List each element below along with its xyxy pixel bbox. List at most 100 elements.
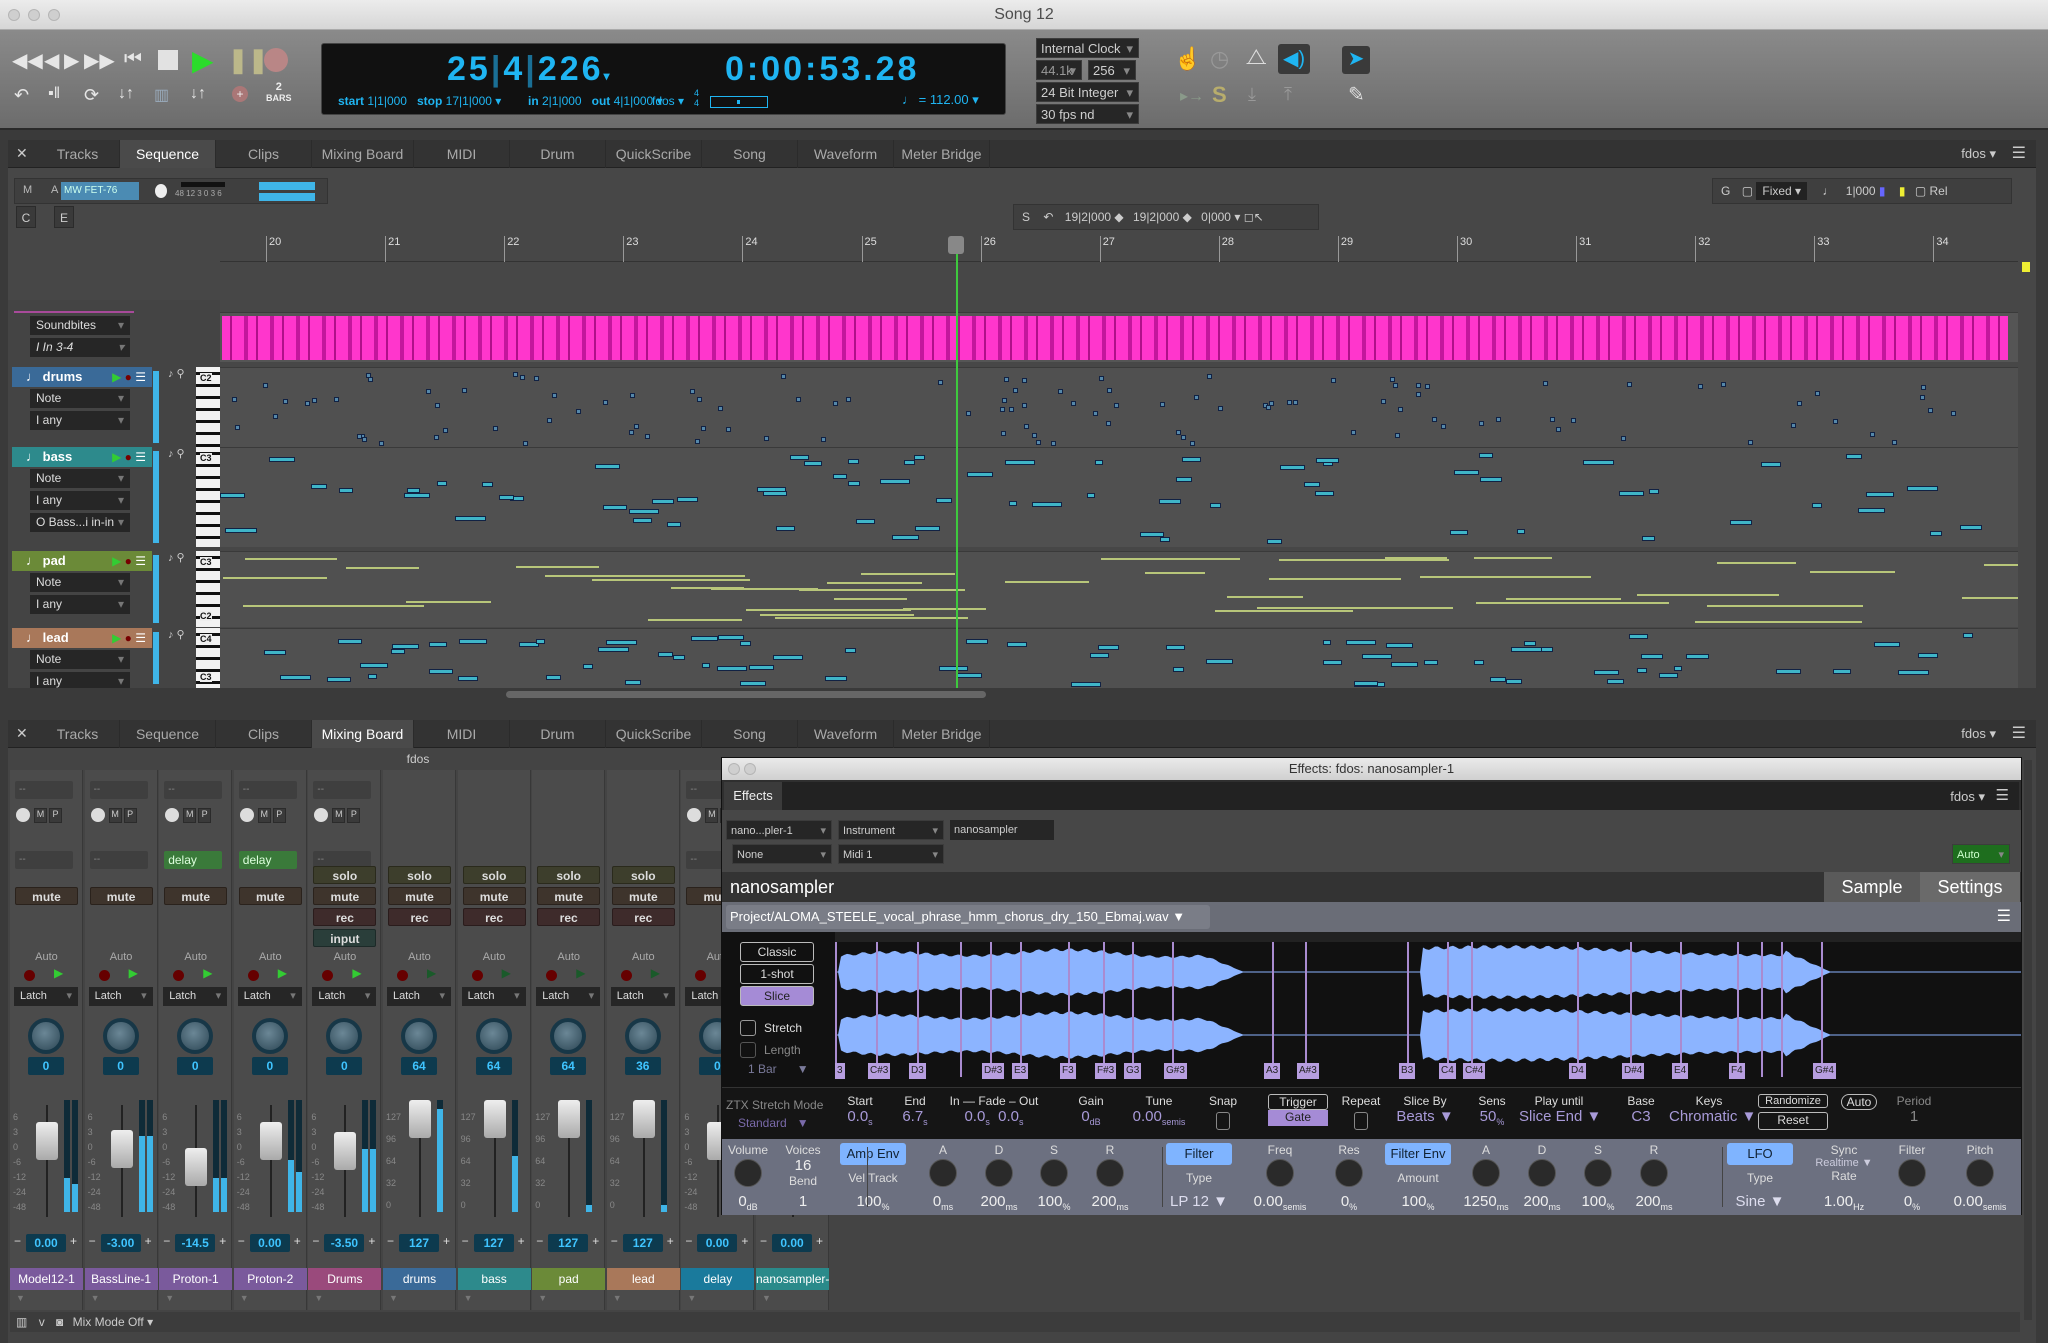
control-knob[interactable] (734, 1159, 762, 1187)
track-mode-select[interactable]: Note (30, 389, 130, 408)
mute-button[interactable]: mute (238, 887, 302, 905)
tab-midi[interactable]: MIDI (414, 720, 510, 748)
volume-increment[interactable]: + (667, 1234, 674, 1248)
record-enable-icon[interactable]: ● (125, 370, 132, 384)
tab-sequence[interactable]: Sequence (120, 140, 216, 168)
track-mode-select[interactable]: Note (30, 573, 130, 592)
control-pitch[interactable]: Pitch 0.00semis (1940, 1143, 2020, 1215)
end-marker-icon[interactable] (2022, 262, 2030, 272)
midi-note[interactable] (1144, 571, 1206, 574)
midi-note[interactable] (694, 438, 700, 444)
track-name-label[interactable]: pad (532, 1268, 606, 1290)
mute-button[interactable]: mute (164, 887, 228, 905)
mute-button[interactable]: mute (15, 887, 78, 905)
midi-note[interactable] (1716, 562, 1796, 565)
midi-note[interactable] (1322, 660, 1343, 666)
midi-note[interactable] (1930, 530, 1943, 536)
midi-note[interactable] (846, 396, 852, 402)
playhead-handle[interactable] (948, 236, 964, 254)
tab-clips[interactable]: Clips (216, 140, 312, 168)
midi-button[interactable]: M (23, 184, 32, 196)
volume-value[interactable]: -3.00 (100, 1234, 141, 1252)
control-voices[interactable]: Voices 16 Bend 1 (763, 1143, 843, 1215)
midi-note[interactable] (739, 680, 767, 686)
control-button[interactable]: LFO (1727, 1143, 1793, 1165)
volume-value[interactable]: 127 (548, 1234, 589, 1252)
mixer-v-icon[interactable]: v (39, 1315, 45, 1329)
mode-slice[interactable]: Slice (740, 986, 814, 1006)
window-menu-icon[interactable]: ☰ (2012, 723, 2026, 743)
param-play-until[interactable]: Play until Slice End ▼ (1519, 1094, 1601, 1138)
midi-note[interactable] (956, 673, 983, 679)
midi-note[interactable] (696, 397, 702, 403)
fader-handle[interactable] (259, 1122, 282, 1161)
midi-note[interactable] (498, 495, 515, 501)
settings-tab[interactable]: Settings (1920, 872, 2020, 902)
tab-sequence[interactable]: Sequence (120, 720, 216, 748)
midi-note[interactable] (1478, 420, 1484, 426)
slice-marker[interactable] (1821, 942, 1823, 1077)
yellow-marker-icon[interactable]: ▮ (1899, 184, 1906, 198)
midi-note[interactable] (1505, 597, 1622, 600)
send-pre-button[interactable]: P (272, 808, 286, 823)
record-enable-icon[interactable]: ● (125, 631, 132, 645)
midi-note[interactable] (1210, 503, 1222, 509)
strip-menu-icon[interactable]: ▼ (687, 1293, 696, 1303)
track-name-label[interactable]: bass (457, 1268, 531, 1290)
undo-selection-icon[interactable]: ↶ (1043, 210, 1053, 224)
control-knob[interactable] (1584, 1159, 1612, 1187)
midi-note[interactable] (1815, 390, 1821, 396)
midi-note[interactable] (1390, 377, 1396, 383)
control-knob[interactable] (929, 1159, 957, 1187)
volume-value[interactable]: 0.00 (697, 1234, 738, 1252)
audio-patch-thru-icon[interactable]: ◀︎) (1278, 44, 1310, 74)
volume-decrement[interactable]: − (760, 1234, 767, 1248)
midi-note[interactable] (428, 668, 453, 674)
minimize-window-button[interactable] (28, 9, 40, 21)
track-lane-pad[interactable] (220, 551, 2018, 627)
fast-forward-icon[interactable]: ▶▶ (84, 48, 115, 73)
midi-note[interactable] (745, 609, 911, 612)
bit-depth-select[interactable]: 24 Bit Integer (1036, 82, 1139, 102)
control-knob[interactable] (1640, 1159, 1668, 1187)
tab-clips[interactable]: Clips (216, 720, 312, 748)
strip-menu-icon[interactable]: ▼ (16, 1293, 25, 1303)
param-in-fade-out[interactable]: In — Fade – Out 0.0s 0.0s (939, 1094, 1049, 1138)
slice-marker[interactable] (1172, 942, 1174, 1077)
record-button[interactable]: rec (611, 908, 675, 926)
play-button[interactable]: ▶ (192, 44, 214, 77)
midi-note[interactable] (406, 601, 492, 604)
mute-button[interactable]: mute (388, 887, 451, 905)
midi-note[interactable] (1510, 646, 1543, 652)
volume-increment[interactable]: + (70, 1234, 77, 1248)
tab-midi[interactable]: MIDI (414, 140, 510, 168)
midi-note[interactable] (1720, 382, 1726, 388)
midi-note[interactable] (834, 597, 908, 600)
fader-handle[interactable] (483, 1100, 506, 1138)
midi-note[interactable] (716, 666, 747, 672)
midi-note[interactable] (1636, 667, 1648, 673)
track-lane-lead[interactable] (220, 628, 2018, 688)
automation-record-icon[interactable] (471, 970, 483, 981)
midi-note[interactable] (1051, 441, 1057, 447)
slice-label[interactable]: C#3 (868, 1063, 891, 1079)
midi-note[interactable] (392, 643, 420, 649)
control-knob[interactable] (1898, 1159, 1926, 1187)
midi-note[interactable] (280, 674, 312, 680)
clock-source-select[interactable]: Internal Clock (1036, 38, 1139, 58)
midi-note[interactable] (1022, 402, 1028, 408)
volume-value[interactable]: 127 (473, 1234, 514, 1252)
midi-note[interactable] (1416, 383, 1422, 389)
midi-note[interactable] (1695, 620, 1862, 623)
pan-value[interactable]: 0 (28, 1057, 64, 1075)
pencil-tool-icon[interactable]: ✎ (1348, 82, 1365, 107)
send-level-knob[interactable] (239, 808, 254, 822)
param-keys[interactable]: Keys Chromatic ▼ (1669, 1094, 1756, 1138)
midi-note[interactable] (225, 527, 258, 533)
midi-note[interactable] (629, 430, 635, 436)
slice-label[interactable]: G3 (1124, 1063, 1142, 1079)
midi-note[interactable] (1032, 433, 1038, 439)
solo-button[interactable]: solo (462, 866, 526, 884)
midi-note[interactable] (1392, 382, 1398, 388)
fader-handle[interactable] (409, 1100, 431, 1138)
